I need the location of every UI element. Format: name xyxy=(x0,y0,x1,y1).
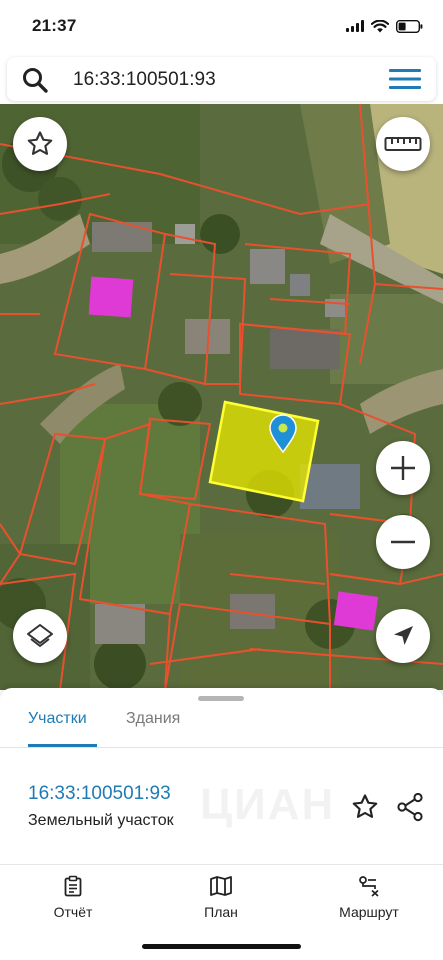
search-icon[interactable] xyxy=(21,66,49,94)
nav-label-route: Маршрут xyxy=(339,904,399,920)
battery-icon xyxy=(396,19,423,33)
locate-me-button[interactable] xyxy=(376,609,430,663)
search-header: 16:33:100501:93 xyxy=(0,52,443,104)
cellular-signal-icon xyxy=(346,20,364,32)
map-view[interactable] xyxy=(0,104,443,690)
nav-label-report: Отчёт xyxy=(53,904,93,920)
clipboard-icon xyxy=(64,875,82,897)
ruler-icon xyxy=(384,137,422,151)
search-input[interactable]: 16:33:100501:93 xyxy=(73,69,216,91)
menu-icon[interactable] xyxy=(388,67,422,91)
satellite-map[interactable] xyxy=(0,104,443,690)
minus-icon xyxy=(391,540,415,544)
nav-item-plan[interactable]: План xyxy=(166,875,276,920)
nav-item-route[interactable]: Маршрут xyxy=(314,875,424,920)
layers-button[interactable] xyxy=(13,609,67,663)
status-time: 21:37 xyxy=(32,16,77,35)
status-icons xyxy=(346,16,423,36)
nav-label-plan: План xyxy=(204,904,238,920)
sheet-drag-handle[interactable] xyxy=(198,696,244,701)
share-icon[interactable] xyxy=(395,792,425,822)
plus-icon xyxy=(391,456,415,480)
zoom-out-button[interactable] xyxy=(376,515,430,569)
wifi-icon xyxy=(371,19,389,32)
tab-parcels[interactable]: Участки xyxy=(28,710,87,728)
parcel-cadastral-number[interactable]: 16:33:100501:93 xyxy=(28,783,171,805)
layers-icon xyxy=(27,624,53,647)
active-tab-indicator xyxy=(28,744,97,747)
selected-parcel xyxy=(208,400,320,503)
zoom-in-button[interactable] xyxy=(376,441,430,495)
tab-buildings[interactable]: Здания xyxy=(126,710,180,728)
favorite-map-button[interactable] xyxy=(13,117,67,171)
parcel-bottom-sheet[interactable]: Участки Здания ЦИАН 16:33:100501:93 Земе… xyxy=(0,688,443,864)
map-icon xyxy=(210,876,232,896)
sheet-tabs: Участки Здания xyxy=(0,706,443,748)
home-indicator[interactable] xyxy=(142,944,301,949)
star-icon xyxy=(27,131,53,155)
parcel-type-label: Земельный участок xyxy=(28,812,174,829)
ruler-button[interactable] xyxy=(376,117,430,171)
favorite-star-icon[interactable] xyxy=(350,792,380,822)
nav-item-report[interactable]: Отчёт xyxy=(18,875,128,920)
status-bar: 21:37 xyxy=(0,0,443,52)
cian-watermark: ЦИАН xyxy=(200,780,336,829)
route-icon xyxy=(359,876,379,897)
search-bar[interactable]: 16:33:100501:93 xyxy=(7,57,436,101)
navigation-arrow-icon xyxy=(394,626,413,645)
